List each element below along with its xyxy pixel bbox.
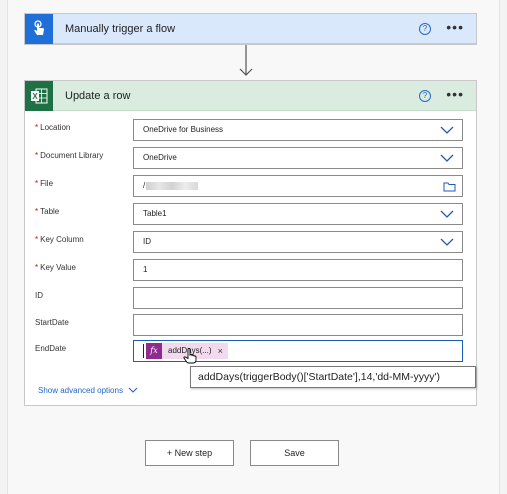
chevron-down-icon	[440, 238, 454, 246]
update-row-card-header[interactable]: X Update a row ? •••	[25, 80, 476, 111]
location-row: * Location OneDrive for Business	[25, 119, 476, 141]
help-icon[interactable]: ?	[419, 23, 431, 35]
document-library-row: * Document Library OneDrive	[25, 147, 476, 169]
file-path-value: /	[143, 181, 146, 190]
help-icon[interactable]: ?	[419, 90, 431, 102]
key-column-dropdown[interactable]: ID	[133, 231, 463, 253]
table-dropdown[interactable]: Table1	[133, 203, 463, 225]
location-label: * Location	[35, 123, 71, 132]
new-step-button[interactable]: + New step	[145, 440, 234, 466]
table-row: * Table Table1	[25, 203, 476, 225]
enddate-row: EndDate fx addDays(...) ×	[25, 340, 476, 364]
enddate-input[interactable]: fx addDays(...) ×	[133, 340, 463, 364]
text-caret	[143, 344, 144, 358]
startdate-input[interactable]	[133, 314, 463, 336]
more-options-icon[interactable]: •••	[446, 86, 464, 102]
folder-icon[interactable]	[443, 181, 456, 192]
location-dropdown[interactable]: OneDrive for Business	[133, 119, 463, 141]
table-value: Table1	[143, 209, 167, 218]
id-label: ID	[35, 291, 43, 300]
update-row-title: Update a row	[65, 89, 131, 102]
id-row: ID	[25, 287, 476, 309]
update-row-card: X Update a row ? ••• * Location OneDrive …	[24, 80, 477, 406]
file-path-field[interactable]: /	[133, 175, 463, 197]
startdate-label: StartDate	[35, 318, 69, 327]
document-library-dropdown[interactable]: OneDrive	[133, 147, 463, 169]
fx-icon: fx	[146, 343, 162, 359]
show-advanced-options-link[interactable]: Show advanced options	[38, 386, 138, 395]
trigger-title: Manually trigger a flow	[65, 22, 176, 35]
hand-cursor-icon	[183, 348, 197, 364]
redacted-path	[146, 181, 199, 190]
connector-arrow-icon	[239, 45, 253, 76]
document-library-label: * Document Library	[35, 151, 104, 160]
trigger-card-header[interactable]: Manually trigger a flow ? •••	[25, 13, 476, 44]
enddate-label: EndDate	[35, 344, 67, 353]
key-value-value: 1	[143, 265, 148, 274]
location-value: OneDrive for Business	[143, 125, 224, 134]
save-button[interactable]: Save	[250, 440, 339, 466]
key-value-label: * Key Value	[35, 263, 76, 272]
svg-text:X: X	[32, 92, 38, 101]
more-options-icon[interactable]: •••	[446, 19, 464, 35]
expression-tooltip: addDays(triggerBody()['StartDate'],14,'d…	[190, 366, 476, 388]
key-column-row: * Key Column ID	[25, 231, 476, 253]
chevron-down-icon	[440, 154, 454, 162]
excel-icon: X	[25, 80, 53, 111]
file-label: * File	[35, 179, 54, 188]
key-value-row: * Key Value 1	[25, 259, 476, 281]
document-library-value: OneDrive	[143, 153, 177, 162]
key-value-input[interactable]: 1	[133, 259, 463, 281]
chevron-down-icon	[128, 387, 138, 393]
key-column-value: ID	[143, 237, 151, 246]
id-input[interactable]	[133, 287, 463, 309]
remove-token-icon[interactable]: ×	[218, 341, 228, 361]
show-advanced-options-label: Show advanced options	[38, 386, 123, 395]
touch-hand-icon	[25, 13, 53, 44]
chevron-down-icon	[440, 126, 454, 134]
trigger-card[interactable]: Manually trigger a flow ? •••	[24, 13, 477, 45]
file-row: * File /	[25, 175, 476, 197]
table-label: * Table	[35, 207, 60, 216]
chevron-down-icon	[440, 210, 454, 218]
flow-canvas: Manually trigger a flow ? ••• X Update a…	[7, 0, 500, 494]
startdate-row: StartDate	[25, 314, 476, 336]
key-column-label: * Key Column	[35, 235, 84, 244]
